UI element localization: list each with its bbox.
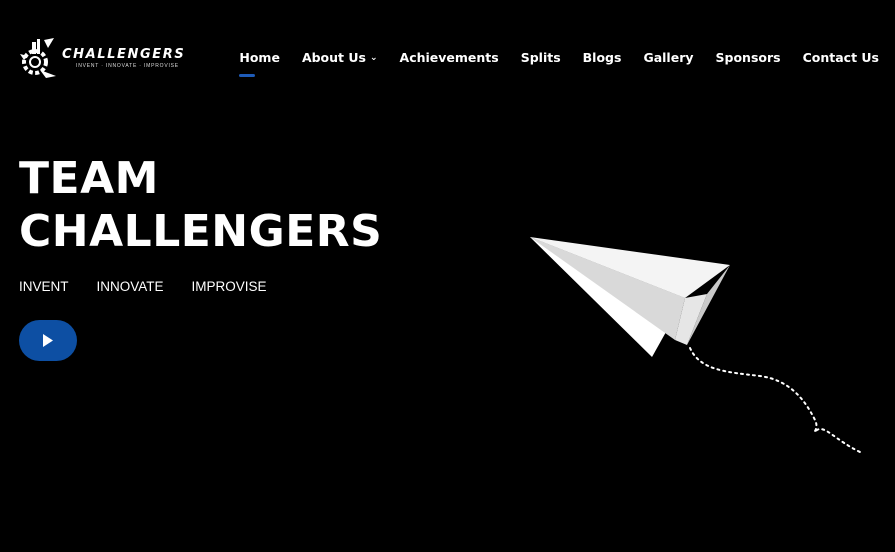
nav-achievements-label: Achievements — [399, 50, 499, 65]
logo-tagline: INVENT · INNOVATE · IMPROVISE — [76, 62, 179, 69]
play-icon — [43, 334, 53, 347]
tagline-innovate: INNOVATE — [96, 279, 164, 294]
main-nav: Home About Us ⌄ Achievements Splits Blog… — [239, 50, 879, 77]
nav-about-us[interactable]: About Us ⌄ — [302, 50, 378, 65]
page: CHALLENGERS INVENT · INNOVATE · IMPROVIS… — [0, 0, 895, 552]
play-video-button[interactable] — [19, 320, 77, 361]
nav-home-label: Home — [239, 50, 280, 65]
chevron-down-icon: ⌄ — [369, 52, 378, 63]
tagline-invent: INVENT — [19, 279, 69, 294]
nav-sponsors[interactable]: Sponsors — [716, 50, 781, 65]
nav-home[interactable]: Home — [239, 50, 280, 77]
nav-sponsors-label: Sponsors — [715, 50, 781, 65]
hero-title-line1: TEAM — [19, 153, 159, 204]
hero-taglines: INVENT INNOVATE IMPROVISE — [19, 279, 295, 294]
nav-blogs[interactable]: Blogs — [583, 50, 622, 65]
nav-achievements[interactable]: Achievements — [400, 50, 499, 65]
logo-gear-rocket-icon — [20, 38, 56, 78]
nav-contact-us[interactable]: Contact Us — [803, 50, 879, 65]
nav-about-us-label: About Us — [301, 50, 366, 65]
paper-plane-illustration — [530, 237, 861, 453]
nav-gallery[interactable]: Gallery — [643, 50, 693, 65]
nav-gallery-label: Gallery — [643, 50, 694, 65]
nav-splits[interactable]: Splits — [521, 50, 561, 65]
tagline-improvise: IMPROVISE — [191, 279, 267, 294]
hero-title-line2: CHALLENGERS — [19, 206, 383, 257]
hero-title: TEAM CHALLENGERS — [19, 152, 382, 258]
nav-splits-label: Splits — [520, 50, 561, 65]
nav-blogs-label: Blogs — [582, 50, 622, 65]
logo-name: CHALLENGERS — [62, 46, 186, 62]
nav-contact-us-label: Contact Us — [802, 50, 879, 65]
site-logo[interactable]: CHALLENGERS INVENT · INNOVATE · IMPROVIS… — [18, 36, 185, 80]
